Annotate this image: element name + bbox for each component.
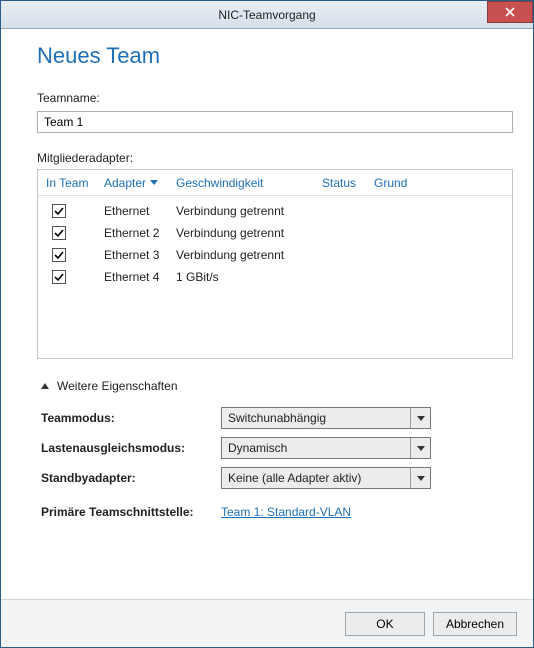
cell-speed: Verbindung getrennt bbox=[176, 204, 322, 218]
loadbalance-select[interactable]: Dynamisch bbox=[221, 437, 431, 459]
loadbalance-label: Lastenausgleichsmodus: bbox=[41, 441, 221, 455]
prop-row-loadbalance: Lastenausgleichsmodus: Dynamisch bbox=[41, 433, 511, 463]
properties-grid: Teammodus: Switchunabhängig Lastenausgle… bbox=[41, 403, 511, 531]
table-row[interactable]: Ethernet 2 Verbindung getrennt bbox=[38, 222, 512, 244]
window-title: NIC-Teamvorgang bbox=[218, 8, 315, 22]
standby-value: Keine (alle Adapter aktiv) bbox=[222, 471, 410, 485]
dropdown-button[interactable] bbox=[410, 438, 430, 458]
cell-adapter: Ethernet 2 bbox=[104, 226, 176, 240]
cell-speed: Verbindung getrennt bbox=[176, 226, 322, 240]
check-icon bbox=[54, 206, 64, 216]
col-header-speed[interactable]: Geschwindigkeit bbox=[176, 176, 322, 190]
teammode-select[interactable]: Switchunabhängig bbox=[221, 407, 431, 429]
standby-label: Standbyadapter: bbox=[41, 471, 221, 485]
col-header-inteam[interactable]: In Team bbox=[46, 176, 104, 190]
chevron-down-icon bbox=[417, 476, 425, 481]
properties-expander[interactable]: Weitere Eigenschaften bbox=[41, 379, 503, 393]
teamname-input[interactable] bbox=[37, 111, 513, 133]
titlebar: NIC-Teamvorgang bbox=[1, 1, 533, 29]
dropdown-button[interactable] bbox=[410, 468, 430, 488]
loadbalance-value: Dynamisch bbox=[222, 441, 410, 455]
standby-select[interactable]: Keine (alle Adapter aktiv) bbox=[221, 467, 431, 489]
row-checkbox[interactable] bbox=[52, 204, 66, 218]
teammode-label: Teammodus: bbox=[41, 411, 221, 425]
table-header: In Team Adapter Geschwindigkeit Status G… bbox=[38, 170, 512, 196]
prop-row-standby: Standbyadapter: Keine (alle Adapter akti… bbox=[41, 463, 511, 493]
sort-down-icon bbox=[150, 180, 158, 185]
prop-row-teammode: Teammodus: Switchunabhängig bbox=[41, 403, 511, 433]
chevron-up-icon bbox=[41, 383, 49, 389]
cell-speed: Verbindung getrennt bbox=[176, 248, 322, 262]
cancel-button[interactable]: Abbrechen bbox=[433, 612, 517, 636]
cell-adapter: Ethernet 3 bbox=[104, 248, 176, 262]
chevron-down-icon bbox=[417, 416, 425, 421]
check-icon bbox=[54, 228, 64, 238]
teamname-label: Teamname: bbox=[37, 91, 503, 105]
check-icon bbox=[54, 250, 64, 260]
prop-row-primaryif: Primäre Teamschnittstelle: Team 1: Stand… bbox=[41, 493, 511, 531]
dialog-footer: OK Abbrechen bbox=[1, 599, 533, 647]
cell-adapter: Ethernet bbox=[104, 204, 176, 218]
table-row[interactable]: Ethernet Verbindung getrennt bbox=[38, 200, 512, 222]
cell-speed: 1 GBit/s bbox=[176, 270, 322, 284]
primaryif-label: Primäre Teamschnittstelle: bbox=[41, 505, 221, 519]
dialog-body: Neues Team Teamname: Mitgliederadapter: … bbox=[1, 29, 533, 599]
dropdown-button[interactable] bbox=[410, 408, 430, 428]
table-row[interactable]: Ethernet 4 1 GBit/s bbox=[38, 266, 512, 288]
chevron-down-icon bbox=[417, 446, 425, 451]
teammode-value: Switchunabhängig bbox=[222, 411, 410, 425]
dialog-window: NIC-Teamvorgang Neues Team Teamname: Mit… bbox=[0, 0, 534, 648]
members-label: Mitgliederadapter: bbox=[37, 151, 503, 165]
row-checkbox[interactable] bbox=[52, 248, 66, 262]
close-icon bbox=[505, 7, 515, 17]
row-checkbox[interactable] bbox=[52, 226, 66, 240]
ok-button[interactable]: OK bbox=[345, 612, 425, 636]
table-row[interactable]: Ethernet 3 Verbindung getrennt bbox=[38, 244, 512, 266]
members-table: In Team Adapter Geschwindigkeit Status G… bbox=[37, 169, 513, 359]
primaryif-link[interactable]: Team 1: Standard-VLAN bbox=[221, 505, 351, 519]
page-title: Neues Team bbox=[37, 43, 503, 69]
col-header-status[interactable]: Status bbox=[322, 176, 374, 190]
table-body: Ethernet Verbindung getrennt Ethernet 2 … bbox=[38, 196, 512, 292]
row-checkbox[interactable] bbox=[52, 270, 66, 284]
expander-label: Weitere Eigenschaften bbox=[57, 379, 178, 393]
col-header-reason[interactable]: Grund bbox=[374, 176, 504, 190]
col-header-adapter[interactable]: Adapter bbox=[104, 176, 176, 190]
cell-adapter: Ethernet 4 bbox=[104, 270, 176, 284]
check-icon bbox=[54, 272, 64, 282]
close-button[interactable] bbox=[487, 1, 533, 23]
